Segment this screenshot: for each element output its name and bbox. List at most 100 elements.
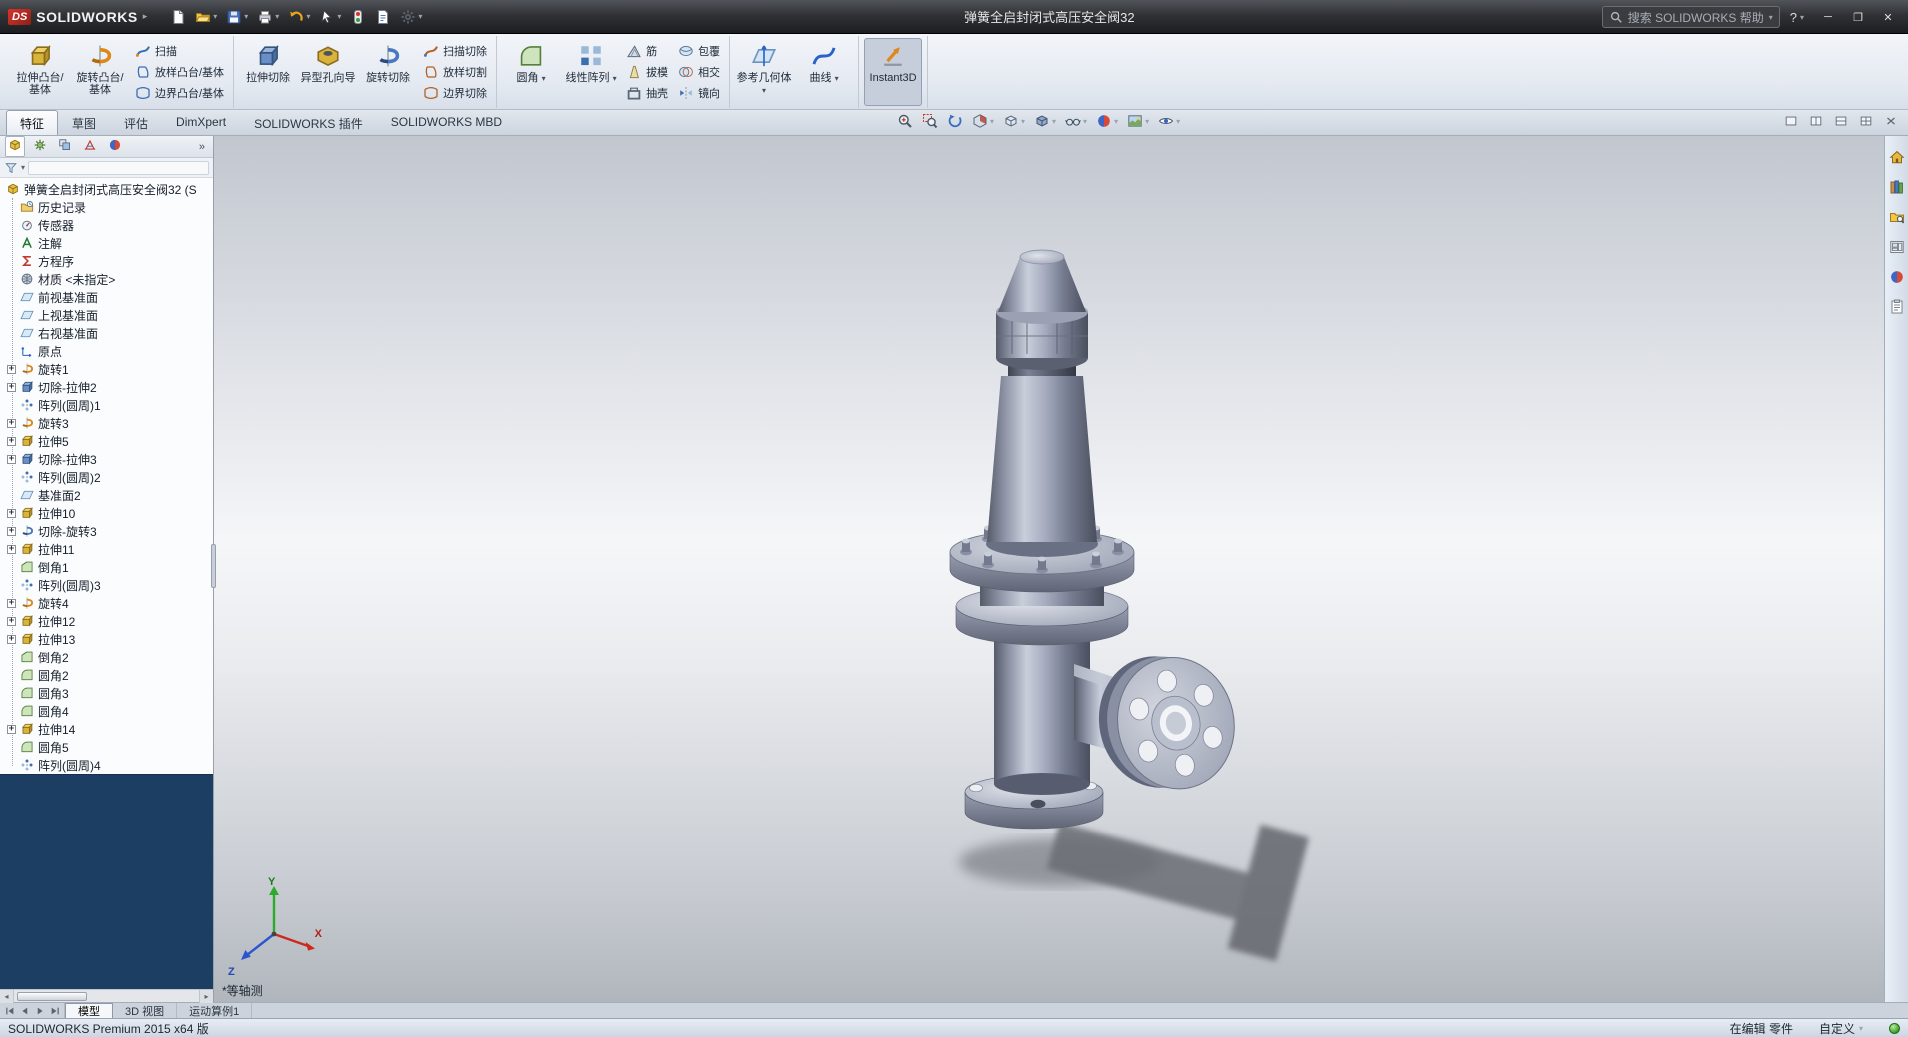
displaymanager-tab[interactable] [105, 136, 125, 157]
tree-item-cut-extrude2[interactable]: 切除-拉伸2 [0, 378, 213, 396]
intersect-button[interactable]: 相交 [674, 63, 724, 82]
tree-item-extrude13[interactable]: 拉伸13 [0, 630, 213, 648]
tree-item-fillet3[interactable]: 圆角3 [0, 684, 213, 702]
scrollbar-thumb[interactable] [17, 992, 87, 1001]
filter-dropdown-icon[interactable]: ▾ [21, 163, 25, 172]
tree-item-material[interactable]: 材质 <未指定> [0, 270, 213, 288]
tree-item-cirpattern4[interactable]: 阵列(圆周)4 [0, 756, 213, 774]
hide-show-items-button[interactable] [1063, 112, 1089, 130]
view-settings-button[interactable] [1156, 112, 1182, 130]
filter-funnel-icon[interactable] [4, 161, 18, 175]
hole-wizard-button[interactable]: 异型孔向导 [299, 38, 357, 106]
expand-icon[interactable] [7, 617, 16, 626]
boundary-cut-button[interactable]: 边界切除 [419, 84, 491, 103]
open-button[interactable] [192, 7, 220, 27]
close-button[interactable]: ✕ [1874, 6, 1902, 28]
rib-button[interactable]: 筋 [622, 42, 672, 61]
tree-item-extrude12[interactable]: 拉伸12 [0, 612, 213, 630]
extruded-cut-button[interactable]: 拉伸切除 [239, 38, 297, 106]
tree-item-chamfer2[interactable]: 倒角2 [0, 648, 213, 666]
nav-first-button[interactable] [2, 1004, 17, 1018]
viewport-layout-four-button[interactable] [1857, 113, 1875, 129]
close-pane-button[interactable] [1882, 113, 1900, 129]
draft-button[interactable]: 拔模 [622, 63, 672, 82]
panel-horizontal-scrollbar[interactable]: ◂ ▸ [0, 989, 213, 1002]
expand-icon[interactable] [7, 437, 16, 446]
expand-icon[interactable] [7, 509, 16, 518]
linear-pattern-button[interactable]: 线性阵列 ▾ [562, 38, 620, 106]
tab-model[interactable]: 模型 [65, 1003, 113, 1018]
tab-solidworks-mbd[interactable]: SOLIDWORKS MBD [377, 110, 516, 135]
scroll-left-icon[interactable]: ◂ [0, 990, 14, 1003]
tab-motion-study-1[interactable]: 运动算例1 [177, 1003, 252, 1018]
swept-cut-button[interactable]: 扫描切除 [419, 42, 491, 61]
design-library-button[interactable] [1888, 178, 1906, 196]
tree-item-plane2[interactable]: 基准面2 [0, 486, 213, 504]
extruded-boss-base-button[interactable]: 拉伸凸台/基体 [11, 38, 69, 106]
instant3d-button[interactable]: Instant3D [864, 38, 922, 106]
swept-boss-base-button[interactable]: 扫描 [131, 42, 228, 61]
save-button[interactable] [223, 7, 251, 27]
solidworks-resources-button[interactable] [1888, 148, 1906, 166]
expand-icon[interactable] [7, 635, 16, 644]
tree-item-extrude14[interactable]: 拉伸14 [0, 720, 213, 738]
expand-icon[interactable] [7, 725, 16, 734]
tree-item-annotations[interactable]: 注解 [0, 234, 213, 252]
expand-icon[interactable] [7, 527, 16, 536]
tree-item-fillet5[interactable]: 圆角5 [0, 738, 213, 756]
tree-item-sensors[interactable]: 传感器 [0, 216, 213, 234]
help-button[interactable]: ? ▾ [1790, 10, 1804, 25]
tab-evaluate[interactable]: 评估 [110, 110, 162, 135]
tree-item-cirpattern3[interactable]: 阵列(圆周)3 [0, 576, 213, 594]
menu-flyout-icon[interactable]: ▸ [143, 11, 148, 22]
wrap-button[interactable]: 包覆 [674, 42, 724, 61]
tree-item-extrude10[interactable]: 拉伸10 [0, 504, 213, 522]
file-explorer-button[interactable] [1888, 208, 1906, 226]
tree-item-extrude5[interactable]: 拉伸5 [0, 432, 213, 450]
expand-icon[interactable] [7, 455, 16, 464]
expand-icon[interactable] [7, 419, 16, 428]
configurationmanager-tab[interactable] [55, 136, 75, 157]
tab-solidworks-addins[interactable]: SOLIDWORKS 插件 [240, 110, 377, 135]
tree-item-chamfer1[interactable]: 倒角1 [0, 558, 213, 576]
lofted-boss-base-button[interactable]: 放样凸台/基体 [131, 63, 228, 82]
appearances-scenes-button[interactable] [1888, 268, 1906, 286]
tree-item-history[interactable]: 历史记录 [0, 198, 213, 216]
tree-item-top-plane[interactable]: 上视基准面 [0, 306, 213, 324]
fillet-button[interactable]: 圆角 ▾ [502, 38, 560, 106]
print-button[interactable] [254, 7, 282, 27]
tree-item-fillet4[interactable]: 圆角4 [0, 702, 213, 720]
nav-next-button[interactable] [32, 1004, 47, 1018]
tab-3d-views[interactable]: 3D 视图 [113, 1003, 177, 1018]
mirror-button[interactable]: 镜向 [674, 84, 724, 103]
featuremanager-tab[interactable] [5, 136, 25, 157]
previous-view-button[interactable] [945, 112, 965, 130]
tree-item-origin[interactable]: 原点 [0, 342, 213, 360]
curves-button[interactable]: 曲线 ▾ [795, 38, 853, 106]
expand-icon[interactable] [7, 383, 16, 392]
tab-sketch[interactable]: 草图 [58, 110, 110, 135]
tree-item-revolve4[interactable]: 旋转4 [0, 594, 213, 612]
tab-dimxpert[interactable]: DimXpert [162, 110, 240, 135]
orientation-triad[interactable]: Y X Z [228, 880, 324, 976]
tree-item-cut-revolve3[interactable]: 切除-旋转3 [0, 522, 213, 540]
tree-item-cut-extrude3[interactable]: 切除-拉伸3 [0, 450, 213, 468]
tree-item-extrude11[interactable]: 拉伸11 [0, 540, 213, 558]
graphics-area[interactable]: Y X Z *等轴测 [214, 136, 1884, 1002]
valve-3d-model[interactable] [214, 136, 1884, 1002]
search-dropdown-icon[interactable]: ▾ [1769, 13, 1773, 22]
panel-splitter-handle[interactable] [211, 544, 216, 588]
expand-icon[interactable] [7, 365, 16, 374]
tree-item-equations[interactable]: 方程序 [0, 252, 213, 270]
dimxpertmanager-tab[interactable] [80, 136, 100, 157]
tree-item-cirpattern1[interactable]: 阵列(圆周)1 [0, 396, 213, 414]
apply-scene-button[interactable] [1125, 112, 1151, 130]
panel-tabs-overflow[interactable]: » [196, 141, 208, 153]
viewport-layout-single-button[interactable] [1782, 113, 1800, 129]
tree-item-revolve3[interactable]: 旋转3 [0, 414, 213, 432]
file-properties-button[interactable] [372, 7, 394, 27]
zoom-to-fit-button[interactable] [895, 112, 915, 130]
propertymanager-tab[interactable] [30, 136, 50, 157]
tree-item-fillet2[interactable]: 圆角2 [0, 666, 213, 684]
nav-previous-button[interactable] [17, 1004, 32, 1018]
